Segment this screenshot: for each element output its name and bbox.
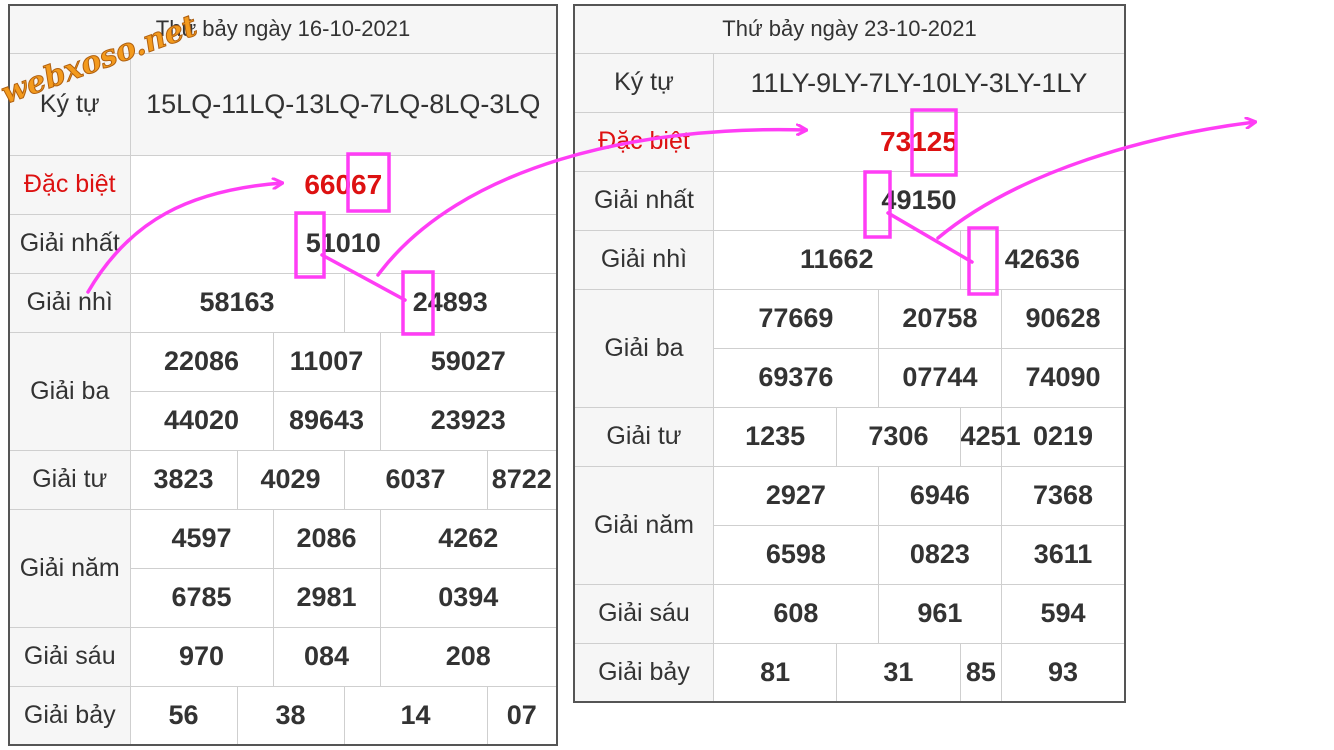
fourth-prize: 6037 [343, 449, 488, 510]
fifth-prize: 0823 [877, 524, 1003, 585]
second-prize: 24893 [343, 272, 558, 333]
fourth-prize: 3823 [129, 449, 238, 510]
fifth-prize: 2927 [712, 465, 879, 526]
label-giai-nhat: Giải nhất [8, 213, 131, 274]
seventh-prize: 31 [836, 642, 961, 703]
third-prize: 07744 [877, 347, 1003, 408]
label-dac-biet: Đặc biệt [8, 154, 131, 215]
fourth-prize: 4251 [959, 406, 1021, 467]
fifth-prize: 2086 [272, 508, 381, 569]
seventh-prize: 07 [486, 685, 558, 746]
sixth-prize: 970 [129, 626, 274, 687]
ky-tu-value: 11LY-9LY-7LY-10LY-3LY-1LY [712, 52, 1126, 113]
sixth-prize: 608 [712, 583, 879, 644]
label-giai-bay: Giải bảy [8, 685, 131, 746]
second-prize: 11662 [712, 229, 961, 290]
seventh-prize: 93 [1001, 642, 1126, 703]
third-prize: 20758 [877, 288, 1003, 349]
second-prize: 58163 [129, 272, 345, 333]
sixth-prize: 208 [379, 626, 558, 687]
label-ky-tu: Ký tự [8, 52, 131, 156]
third-prize: 90628 [1001, 288, 1126, 349]
label-giai-ba: Giải ba [573, 288, 714, 408]
draw-title: Thứ bảy ngày 23-10-2021 [573, 4, 1126, 54]
fifth-prize: 6946 [877, 465, 1003, 526]
label-giai-sau: Giải sáu [8, 626, 131, 687]
seventh-prize: 81 [712, 642, 838, 703]
label-giai-tu: Giải tư [8, 449, 131, 510]
label-giai-nhat: Giải nhất [573, 170, 714, 231]
result-table-16-10: Thứ bảy ngày 16-10-2021 Ký tự 15LQ-11LQ-… [8, 4, 558, 746]
fifth-prize: 4597 [129, 508, 274, 569]
fifth-prize: 6598 [712, 524, 879, 585]
label-giai-sau: Giải sáu [573, 583, 714, 644]
sixth-prize: 084 [272, 626, 381, 687]
seventh-prize: 85 [959, 642, 1003, 703]
third-prize: 23923 [379, 390, 558, 451]
label-giai-bay: Giải bảy [573, 642, 714, 703]
fifth-prize: 7368 [1001, 465, 1126, 526]
first-prize: 51010 [129, 213, 558, 274]
sixth-prize: 961 [877, 583, 1003, 644]
third-prize: 74090 [1001, 347, 1126, 408]
fifth-prize: 4262 [379, 508, 558, 569]
sixth-prize: 594 [1001, 583, 1126, 644]
third-prize: 69376 [712, 347, 879, 408]
first-prize: 49150 [712, 170, 1126, 231]
label-giai-nhi: Giải nhì [8, 272, 131, 333]
label-ky-tu: Ký tự [573, 52, 714, 113]
ky-tu-value: 15LQ-11LQ-13LQ-7LQ-8LQ-3LQ [129, 52, 558, 156]
label-giai-nhi: Giải nhì [573, 229, 714, 290]
label-giai-nam: Giải năm [573, 465, 714, 585]
fourth-prize: 1235 [712, 406, 838, 467]
fourth-prize: 8722 [486, 449, 558, 510]
result-table-23-10: Thứ bảy ngày 23-10-2021 Ký tự 11LY-9LY-7… [573, 4, 1126, 703]
third-prize: 89643 [272, 390, 381, 451]
fifth-prize: 6785 [129, 567, 274, 628]
draw-title: Thứ bảy ngày 16-10-2021 [8, 4, 558, 54]
third-prize: 59027 [379, 331, 558, 392]
label-dac-biet: Đặc biệt [573, 111, 714, 172]
third-prize: 44020 [129, 390, 274, 451]
special-prize: 73125 [712, 111, 1126, 172]
third-prize: 77669 [712, 288, 879, 349]
label-giai-ba: Giải ba [8, 331, 131, 451]
label-giai-tu: Giải tư [573, 406, 714, 467]
fifth-prize: 0394 [379, 567, 558, 628]
third-prize: 22086 [129, 331, 274, 392]
second-prize: 42636 [959, 229, 1126, 290]
fourth-prize: 7306 [836, 406, 961, 467]
seventh-prize: 14 [343, 685, 488, 746]
label-giai-nam: Giải năm [8, 508, 131, 628]
seventh-prize: 38 [236, 685, 345, 746]
fifth-prize: 3611 [1001, 524, 1126, 585]
fourth-prize: 4029 [236, 449, 345, 510]
fifth-prize: 2981 [272, 567, 381, 628]
special-prize: 66067 [129, 154, 558, 215]
third-prize: 11007 [272, 331, 381, 392]
seventh-prize: 56 [129, 685, 238, 746]
